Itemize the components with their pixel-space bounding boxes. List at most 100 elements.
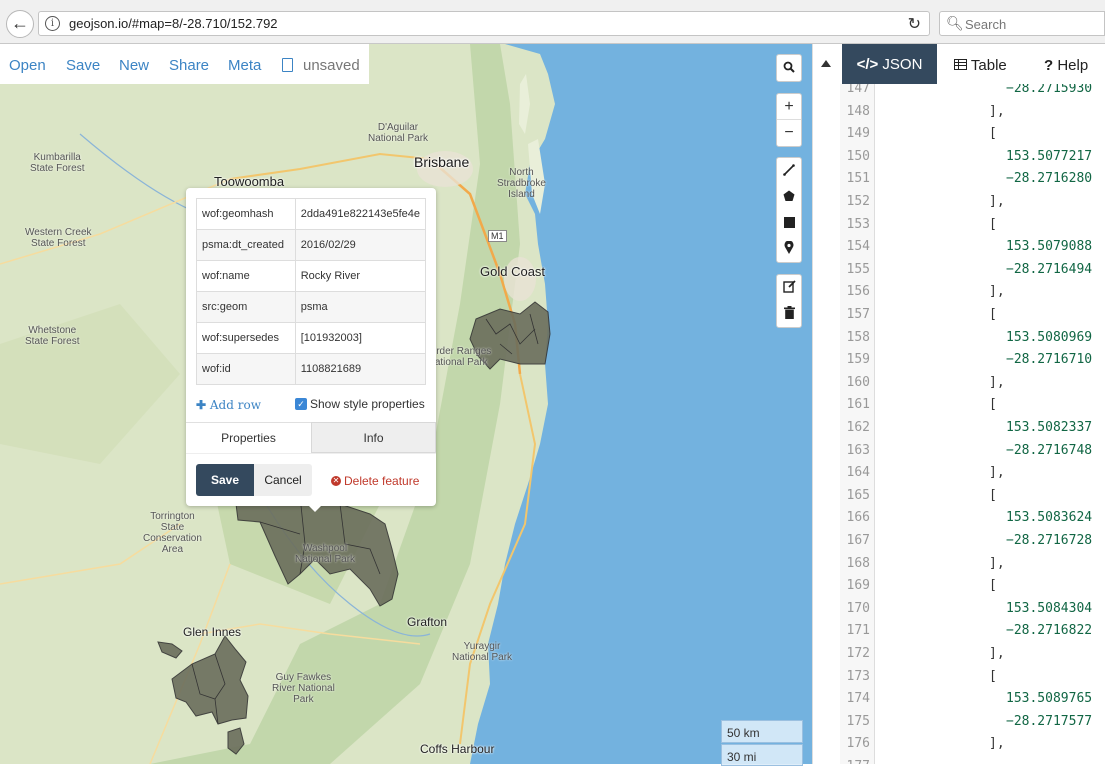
draw-marker-icon[interactable] [777, 236, 801, 262]
draw-tools [776, 157, 802, 263]
draw-rectangle-icon[interactable] [777, 210, 801, 236]
tab-json[interactable]: </> JSON [842, 44, 937, 84]
properties-table: wof:geomhash 2dda491e822143e5fe4e psma:dt_… [196, 198, 427, 385]
draw-line-icon[interactable] [777, 158, 801, 184]
property-value-field[interactable]: psma [294, 291, 427, 323]
line-number: 177 [847, 759, 870, 764]
property-key-field[interactable]: wof:name [196, 260, 296, 292]
line-number: 157 [846, 307, 870, 322]
line-number: 162 [846, 420, 870, 435]
code-line: 153.5079088 [1006, 239, 1093, 255]
code-line: −28.2716728 [1006, 533, 1093, 548]
file-icon [282, 58, 293, 72]
line-number: 152 [846, 194, 870, 209]
code-line: ], [989, 284, 1005, 300]
line-number: 160 [846, 374, 870, 390]
cancel-button[interactable]: Cancel [254, 464, 312, 496]
tab-json-label: JSON [882, 56, 923, 73]
map-label-gold-coast: Gold Coast [480, 264, 546, 279]
collapse-icon[interactable] [821, 60, 831, 67]
trash-icon[interactable] [777, 301, 801, 327]
search-icon: 🔍︎ [946, 15, 964, 31]
json-editor[interactable]: 147 148 149 150 151 152 153 154 155 156 157 158 159 1… [840, 84, 1105, 764]
line-number: 149 [846, 126, 870, 142]
map-label-coffs-harbour: Coffs Harbour [420, 742, 495, 756]
tab-table[interactable]: Table [954, 57, 1007, 74]
property-value-field[interactable]: 2016/02/29 [294, 229, 427, 261]
property-value-field[interactable]: 2dda491e822143e5fe4e [294, 198, 427, 230]
property-key-field[interactable]: psma:dt_created [196, 229, 296, 261]
menu-bar: Open Save New Share Meta unsaved [0, 44, 369, 84]
line-number: 154 [846, 239, 870, 255]
add-row-label: Add row [209, 398, 261, 412]
map-label-washpool: Washpool National Park [295, 543, 356, 565]
delete-feature-button[interactable]: Delete feature [344, 474, 419, 488]
code-line: 153.5089765 [1006, 691, 1093, 707]
zoom-out-icon[interactable]: − [777, 120, 801, 146]
property-key-field[interactable]: wof:supersedes [196, 322, 296, 354]
popup-footer: Save Cancel ✕ Delete feature [186, 453, 436, 506]
save-button[interactable]: Save [196, 464, 254, 496]
code-line: 153.5082337 [1006, 420, 1093, 435]
map-label-brisbane: Brisbane [414, 154, 470, 170]
save-status: unsaved [303, 57, 360, 74]
code-line: 153.5077217 [1006, 148, 1093, 164]
code-line: [ [989, 668, 997, 684]
map-search-icon[interactable] [777, 55, 801, 81]
menu-new[interactable]: New [119, 57, 149, 74]
add-row-button[interactable]: ✚ Add row [196, 398, 261, 412]
map-label-glen-innes: Glen Innes [183, 625, 242, 639]
map-label-guy-fawkes: Guy Fawkes River National Park [272, 672, 335, 705]
line-number: 176 [846, 736, 870, 752]
map-label-north-stradbroke: North Stradbroke Island [497, 167, 546, 200]
back-arrow-icon[interactable]: ← [6, 10, 34, 38]
code-line: ], [989, 374, 1005, 390]
tab-properties[interactable]: Properties [186, 422, 311, 453]
edit-icon[interactable] [777, 275, 801, 301]
info-icon[interactable]: i [45, 16, 60, 31]
line-number: 156 [846, 284, 870, 300]
map-search-group [776, 54, 802, 82]
line-number: 151 [846, 171, 870, 187]
code-line: −28.2716822 [1006, 623, 1093, 639]
code-line: 153.5083624 [1006, 510, 1093, 526]
line-number: 164 [846, 465, 870, 481]
draw-polygon-icon[interactable] [777, 184, 801, 210]
property-key-field[interactable]: wof:id [196, 353, 296, 385]
property-key-field[interactable]: src:geom [196, 291, 296, 323]
line-number: 147 [846, 84, 870, 96]
line-number: 165 [846, 487, 870, 503]
property-key-field[interactable]: wof:geomhash [196, 198, 296, 230]
code-line: [ [989, 487, 997, 503]
line-number: 163 [846, 442, 870, 458]
property-row: wof:id 1108821689 [196, 353, 427, 385]
reload-icon[interactable]: ↻ [908, 14, 921, 34]
tab-info[interactable]: Info [311, 422, 436, 453]
menu-meta[interactable]: Meta [228, 57, 261, 74]
panel-collapse-bar[interactable] [812, 44, 840, 764]
line-number: 159 [846, 352, 870, 368]
property-value-field[interactable]: [101932003] [294, 322, 427, 354]
show-style-checkbox[interactable]: ✓ [295, 398, 307, 410]
show-style-label: Show style properties [310, 397, 425, 411]
zoom-in-icon[interactable]: + [777, 94, 801, 120]
code-line: [ [989, 307, 997, 322]
browser-search-input[interactable]: 🔍︎ Search [939, 11, 1105, 36]
menu-open[interactable]: Open [9, 57, 46, 74]
map-label-daguilar: D'Aguilar National Park [368, 122, 429, 144]
table-icon [954, 59, 967, 70]
line-number: 174 [846, 691, 870, 707]
menu-save[interactable]: Save [66, 57, 100, 74]
scale-km: 50 km [721, 720, 803, 743]
line-number: 175 [846, 713, 870, 729]
delete-icon[interactable]: ✕ [331, 476, 341, 486]
map-label-torrington: Torrington State Conservation Area [143, 511, 202, 555]
property-value-field[interactable]: 1108821689 [294, 353, 427, 385]
menu-share[interactable]: Share [169, 57, 209, 74]
address-bar[interactable]: i geojson.io/#map=8/-28.710/152.792 ↻ [38, 11, 930, 36]
code-line: ], [989, 736, 1005, 752]
line-number: 171 [846, 623, 870, 639]
property-value-field[interactable]: Rocky River [294, 260, 427, 292]
tab-help[interactable]: ? Help [1044, 57, 1088, 74]
line-number: 172 [846, 646, 870, 661]
